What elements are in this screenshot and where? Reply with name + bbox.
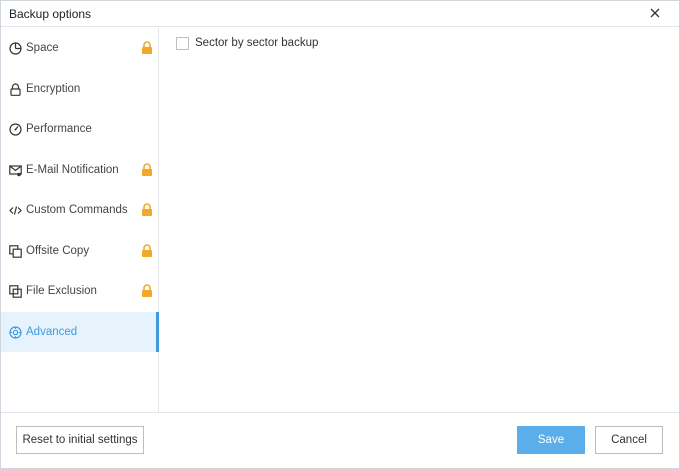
- lock-icon: [142, 203, 152, 216]
- sector-backup-checkbox[interactable]: [176, 37, 189, 50]
- sidebar-item-label: E-Mail Notification: [26, 164, 119, 176]
- mail-notification-icon: [9, 165, 22, 177]
- sidebar-item-encryption[interactable]: Encryption: [1, 69, 159, 109]
- lock-icon: [142, 244, 152, 257]
- active-indicator: [156, 312, 159, 352]
- sidebar-item-label: Encryption: [26, 83, 81, 95]
- title-bar: Backup options: [1, 1, 679, 27]
- sidebar-item-advanced[interactable]: Advanced: [1, 312, 159, 352]
- reset-settings-button[interactable]: Reset to initial settings: [16, 426, 144, 454]
- code-icon: [9, 206, 22, 215]
- dialog-title: Backup options: [9, 7, 92, 21]
- file-exclusion-icon: [9, 285, 22, 298]
- lock-icon: [142, 41, 152, 54]
- advanced-panel: Sector by sector backup: [160, 28, 679, 412]
- sidebar-item-file-exclusion[interactable]: File Exclusion: [1, 271, 159, 311]
- sidebar-item-label: File Exclusion: [26, 285, 97, 297]
- sidebar-item-custom-commands[interactable]: Custom Commands: [1, 190, 159, 230]
- gauge-icon: [9, 123, 22, 136]
- lock-icon: [142, 284, 152, 297]
- sidebar-item-label: Offsite Copy: [26, 245, 90, 257]
- backup-options-dialog: Backup options Space Encryption Performa…: [0, 0, 680, 469]
- sidebar-item-label: Advanced: [26, 326, 78, 338]
- close-icon[interactable]: [647, 5, 663, 21]
- pie-chart-icon: [9, 42, 22, 55]
- lock-outline-icon: [10, 83, 21, 96]
- sidebar-item-label: Performance: [26, 123, 92, 135]
- sidebar-item-label: Custom Commands: [26, 204, 128, 216]
- lock-icon: [142, 163, 152, 176]
- sidebar-item-email-notification[interactable]: E-Mail Notification: [1, 150, 159, 190]
- sidebar-item-space[interactable]: Space: [1, 28, 159, 68]
- copy-icon: [9, 245, 22, 258]
- advanced-gear-icon: [9, 326, 22, 339]
- cancel-button[interactable]: Cancel: [595, 426, 663, 454]
- sidebar-item-offsite-copy[interactable]: Offsite Copy: [1, 231, 159, 271]
- dialog-footer: Reset to initial settings Save Cancel: [1, 412, 679, 468]
- sidebar-item-label: Space: [26, 42, 59, 54]
- options-sidebar: Space Encryption Performance E-Mail Noti…: [1, 28, 159, 412]
- save-button[interactable]: Save: [517, 426, 585, 454]
- sidebar-item-performance[interactable]: Performance: [1, 109, 159, 149]
- sector-backup-label: Sector by sector backup: [195, 37, 319, 49]
